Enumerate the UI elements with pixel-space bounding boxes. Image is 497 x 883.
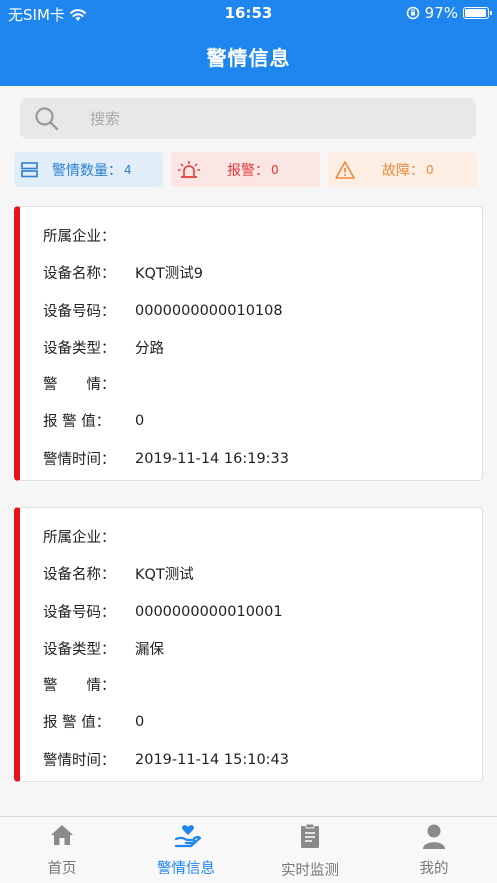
device-type-value: 漏保 bbox=[135, 642, 164, 658]
orientation-lock-icon bbox=[406, 6, 419, 20]
device-number-label: 设备号码： bbox=[43, 304, 116, 320]
siren-icon bbox=[178, 160, 200, 178]
search-icon bbox=[35, 106, 59, 130]
tab-profile[interactable]: 我的 bbox=[372, 817, 496, 883]
stat-fault-value: 0 bbox=[426, 162, 434, 177]
tab-home-label: 首页 bbox=[47, 861, 77, 877]
user-icon bbox=[423, 824, 445, 849]
battery-percent: 97% bbox=[424, 4, 458, 22]
alert-time-value: 2019-11-14 15:10:43 bbox=[135, 751, 289, 768]
stat-alarm-label: 报警： bbox=[227, 162, 269, 179]
alert-card[interactable]: 所属企业： 设备名称： KQT测试9 设备号码： 0000000000010108 … bbox=[14, 206, 483, 481]
tab-monitor[interactable]: 实时监测 bbox=[248, 817, 372, 883]
alert-label: 警 情： bbox=[43, 377, 116, 393]
device-name-value: KQT测试 bbox=[135, 567, 194, 583]
tab-bar: 首页 警情信息 实时监测 我的 bbox=[0, 816, 497, 883]
alert-time-value: 2019-11-14 16:19:33 bbox=[135, 450, 289, 467]
device-type-label: 设备类型： bbox=[43, 341, 116, 357]
device-name-label: 设备名称： bbox=[43, 266, 116, 282]
device-number-label: 设备号码： bbox=[43, 605, 116, 621]
device-type-value: 分路 bbox=[135, 341, 164, 357]
clipboard-icon bbox=[301, 823, 319, 848]
status-bar: 无SIM卡 16:53 97% bbox=[0, 0, 497, 28]
stat-alarm[interactable]: 报警： 0 bbox=[171, 152, 320, 187]
tab-profile-label: 我的 bbox=[419, 861, 449, 877]
alert-card[interactable]: 所属企业： 设备名称： KQT测试 设备号码： 0000000000010001 设… bbox=[14, 507, 483, 782]
stat-alert-count-value: 4 bbox=[124, 162, 132, 177]
alarm-value-value: 0 bbox=[135, 412, 145, 429]
alarm-value-label: 报 警 值： bbox=[43, 715, 111, 731]
search-input[interactable] bbox=[90, 109, 430, 128]
stat-alarm-value: 0 bbox=[271, 162, 279, 177]
tab-alerts[interactable]: 警情信息 bbox=[124, 817, 248, 883]
battery-level bbox=[465, 9, 487, 17]
alert-time-label: 警情时间： bbox=[43, 452, 116, 468]
tab-home[interactable]: 首页 bbox=[0, 817, 124, 883]
stat-alert-count[interactable]: 警情数量： 4 bbox=[14, 152, 163, 187]
device-name-value: KQT测试9 bbox=[135, 266, 204, 282]
stat-fault-label: 故障： bbox=[382, 162, 424, 179]
warning-icon bbox=[335, 160, 355, 179]
alarm-value-label: 报 警 值： bbox=[43, 414, 111, 430]
search-bar[interactable] bbox=[20, 98, 476, 139]
stat-alert-count-label: 警情数量： bbox=[52, 162, 122, 179]
app-header: 无SIM卡 16:53 97% 警情信息 bbox=[0, 0, 497, 86]
list-icon bbox=[21, 161, 38, 177]
stat-fault[interactable]: 故障： 0 bbox=[328, 152, 477, 187]
device-number-value: 0000000000010001 bbox=[135, 603, 283, 620]
page-title: 警情信息 bbox=[206, 46, 291, 70]
tab-alerts-label: 警情信息 bbox=[157, 861, 215, 877]
home-icon bbox=[51, 825, 73, 845]
battery-icon bbox=[463, 7, 492, 19]
device-name-label: 设备名称： bbox=[43, 567, 116, 583]
device-number-value: 0000000000010108 bbox=[135, 302, 283, 319]
alert-hand-icon bbox=[174, 825, 202, 848]
tab-monitor-label: 实时监测 bbox=[281, 863, 339, 879]
company-label: 所属企业： bbox=[43, 530, 116, 546]
alert-time-label: 警情时间： bbox=[43, 753, 116, 769]
alert-label: 警 情： bbox=[43, 678, 116, 694]
alarm-value-value: 0 bbox=[135, 713, 145, 730]
device-type-label: 设备类型： bbox=[43, 642, 116, 658]
company-label: 所属企业： bbox=[43, 229, 116, 245]
